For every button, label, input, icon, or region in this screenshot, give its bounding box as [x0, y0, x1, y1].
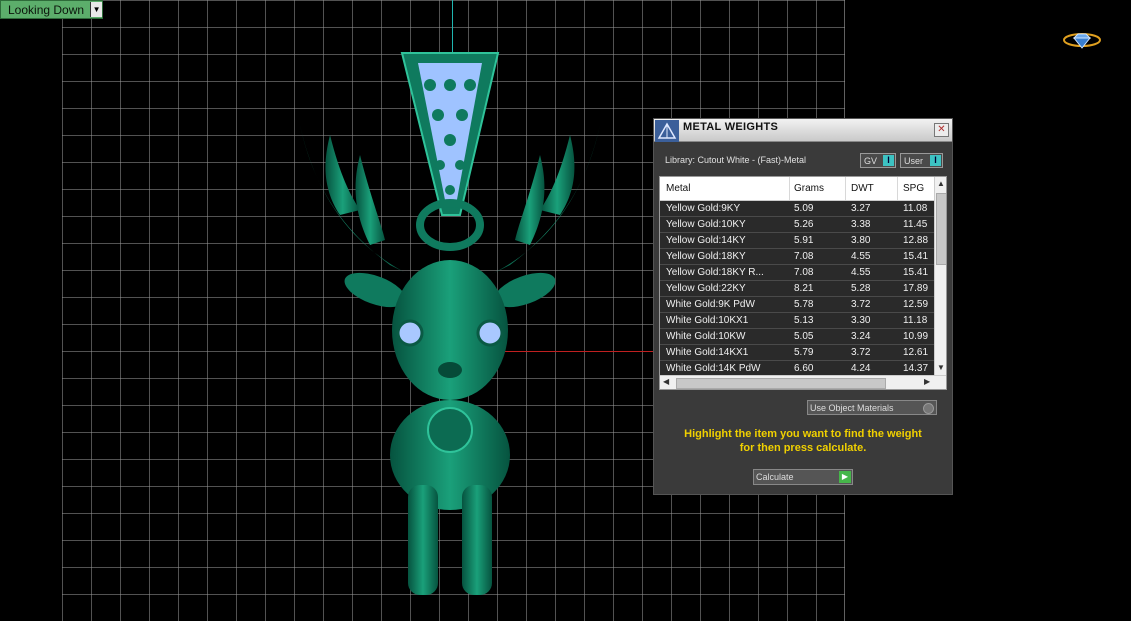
table-cell: 4.55 — [851, 251, 871, 262]
gv-toggle-label: GV — [864, 156, 878, 166]
table-cell: 3.24 — [851, 331, 871, 342]
table-cell: White Gold:10KW — [666, 331, 746, 342]
table-cell: 11.45 — [903, 219, 928, 230]
table-cell: 3.30 — [851, 315, 871, 326]
column-header-spg[interactable]: SPG — [903, 183, 924, 194]
view-selector[interactable]: Looking Down ▼ — [0, 0, 104, 19]
table-cell: White Gold:14KX1 — [666, 347, 749, 358]
table-cell: 5.26 — [794, 219, 814, 230]
table-cell: 12.88 — [903, 235, 929, 246]
table-cell: Yellow Gold:18KY — [666, 251, 746, 262]
table-cell: Yellow Gold:22KY — [666, 283, 746, 294]
table-cell: 5.78 — [794, 299, 814, 310]
table-cell: 5.05 — [794, 331, 814, 342]
diamond-logo-icon — [1063, 33, 1101, 49]
scroll-down-icon[interactable]: ▼ — [937, 363, 945, 372]
table-row[interactable]: White Gold:9K PdW 5.78 3.72 12.59 — [660, 297, 934, 313]
table-cell: 12.61 — [903, 347, 929, 358]
table-cell: White Gold:14K PdW — [666, 363, 761, 374]
radio-circle-icon — [923, 403, 934, 414]
column-header-metal[interactable]: Metal — [666, 183, 690, 194]
table-row[interactable]: White Gold:14KX1 5.79 3.72 12.61 — [660, 345, 934, 361]
table-cell: 5.09 — [794, 203, 814, 214]
table-cell: 15.41 — [903, 251, 929, 262]
view-label-text: Looking Down — [8, 2, 85, 17]
table-cell: Yellow Gold:9KY — [666, 203, 741, 214]
instruction-line-1: Highlight the item you want to find the … — [684, 428, 922, 440]
table-cell: 17.89 — [903, 283, 929, 294]
play-arrow-icon: ▶ — [839, 471, 851, 483]
deer-pendant-model[interactable] — [280, 45, 620, 605]
use-object-materials-label: Use Object Materials — [810, 403, 894, 413]
table-cell: 10.99 — [903, 331, 929, 342]
table-cell: 8.21 — [794, 283, 814, 294]
table-row[interactable]: White Gold:10KW 5.05 3.24 10.99 — [660, 329, 934, 345]
table-cell: 4.24 — [851, 363, 871, 374]
metal-weights-table[interactable]: Metal Grams DWT SPG Yellow Gold:9KY 5.09 3… — [659, 176, 947, 390]
table-cell: 4.55 — [851, 267, 871, 278]
3d-viewport[interactable]: Looking Down ▼ — [0, 0, 1131, 621]
scroll-up-icon[interactable]: ▲ — [937, 179, 945, 188]
instruction-text: Highlight the item you want to find the … — [654, 427, 952, 455]
table-cell: 7.08 — [794, 267, 814, 278]
metal-weights-panel: METAL WEIGHTS ✕ Library: Cutout White - … — [653, 118, 953, 495]
user-toggle-label: User — [904, 156, 924, 166]
use-object-materials-toggle[interactable]: Use Object Materials — [807, 400, 937, 415]
scroll-left-icon[interactable]: ◀ — [663, 377, 669, 386]
table-header: Metal Grams DWT SPG — [660, 177, 934, 201]
pyramid-app-icon — [655, 120, 679, 142]
panel-title: METAL WEIGHTS — [683, 121, 779, 133]
calculate-button[interactable]: Calculate ▶ — [753, 469, 853, 485]
user-toggle[interactable]: User I — [900, 153, 943, 168]
vertical-scrollbar[interactable]: ▲ ▼ — [934, 177, 946, 375]
close-icon[interactable]: ✕ — [934, 123, 949, 137]
toggle-indicator-icon: I — [930, 155, 941, 166]
table-cell: 3.27 — [851, 203, 871, 214]
table-row[interactable]: Yellow Gold:14KY 5.91 3.80 12.88 — [660, 233, 934, 249]
table-cell: 5.28 — [851, 283, 871, 294]
column-header-dwt[interactable]: DWT — [851, 183, 874, 194]
table-cell: 11.08 — [903, 203, 928, 214]
table-cell: Yellow Gold:10KY — [666, 219, 746, 230]
table-row[interactable]: Yellow Gold:18KY R... 7.08 4.55 15.41 — [660, 265, 934, 281]
column-header-grams[interactable]: Grams — [794, 183, 824, 194]
horizontal-scroll-thumb[interactable] — [676, 378, 886, 389]
toggle-indicator-icon: I — [883, 155, 894, 166]
table-cell: 5.79 — [794, 347, 814, 358]
table-cell: 6.60 — [794, 363, 814, 374]
table-cell: 3.80 — [851, 235, 871, 246]
table-cell: 5.91 — [794, 235, 814, 246]
table-cell: 3.72 — [851, 347, 871, 358]
table-cell: White Gold:10KX1 — [666, 315, 749, 326]
table-cell: 15.41 — [903, 267, 929, 278]
table-row[interactable]: Yellow Gold:22KY 8.21 5.28 17.89 — [660, 281, 934, 297]
gv-toggle[interactable]: GV I — [860, 153, 896, 168]
table-cell: 11.18 — [903, 315, 928, 326]
scroll-right-icon[interactable]: ▶ — [924, 377, 930, 386]
horizontal-scrollbar[interactable]: ◀ ▶ — [660, 375, 946, 389]
table-row[interactable]: Yellow Gold:10KY 5.26 3.38 11.45 — [660, 217, 934, 233]
table-cell: 3.38 — [851, 219, 871, 230]
library-label: Library: Cutout White - (Fast)-Metal — [665, 155, 807, 165]
table-cell: 3.72 — [851, 299, 871, 310]
table-cell: 5.13 — [794, 315, 814, 326]
table-cell: White Gold:9K PdW — [666, 299, 755, 310]
table-cell: 12.59 — [903, 299, 929, 310]
table-row[interactable]: White Gold:10KX1 5.13 3.30 11.18 — [660, 313, 934, 329]
table-row[interactable]: Yellow Gold:9KY 5.09 3.27 11.08 — [660, 201, 934, 217]
panel-titlebar[interactable]: METAL WEIGHTS ✕ — [654, 119, 952, 142]
vertical-scroll-thumb[interactable] — [936, 193, 946, 265]
table-cell: Yellow Gold:18KY R... — [666, 267, 764, 278]
table-row[interactable]: Yellow Gold:18KY 7.08 4.55 15.41 — [660, 249, 934, 265]
chevron-down-icon[interactable]: ▼ — [90, 2, 103, 17]
table-cell: 7.08 — [794, 251, 814, 262]
calculate-label: Calculate — [756, 472, 794, 482]
table-cell: Yellow Gold:14KY — [666, 235, 746, 246]
table-cell: 14.37 — [903, 363, 929, 374]
instruction-line-2: for then press calculate. — [739, 442, 867, 454]
